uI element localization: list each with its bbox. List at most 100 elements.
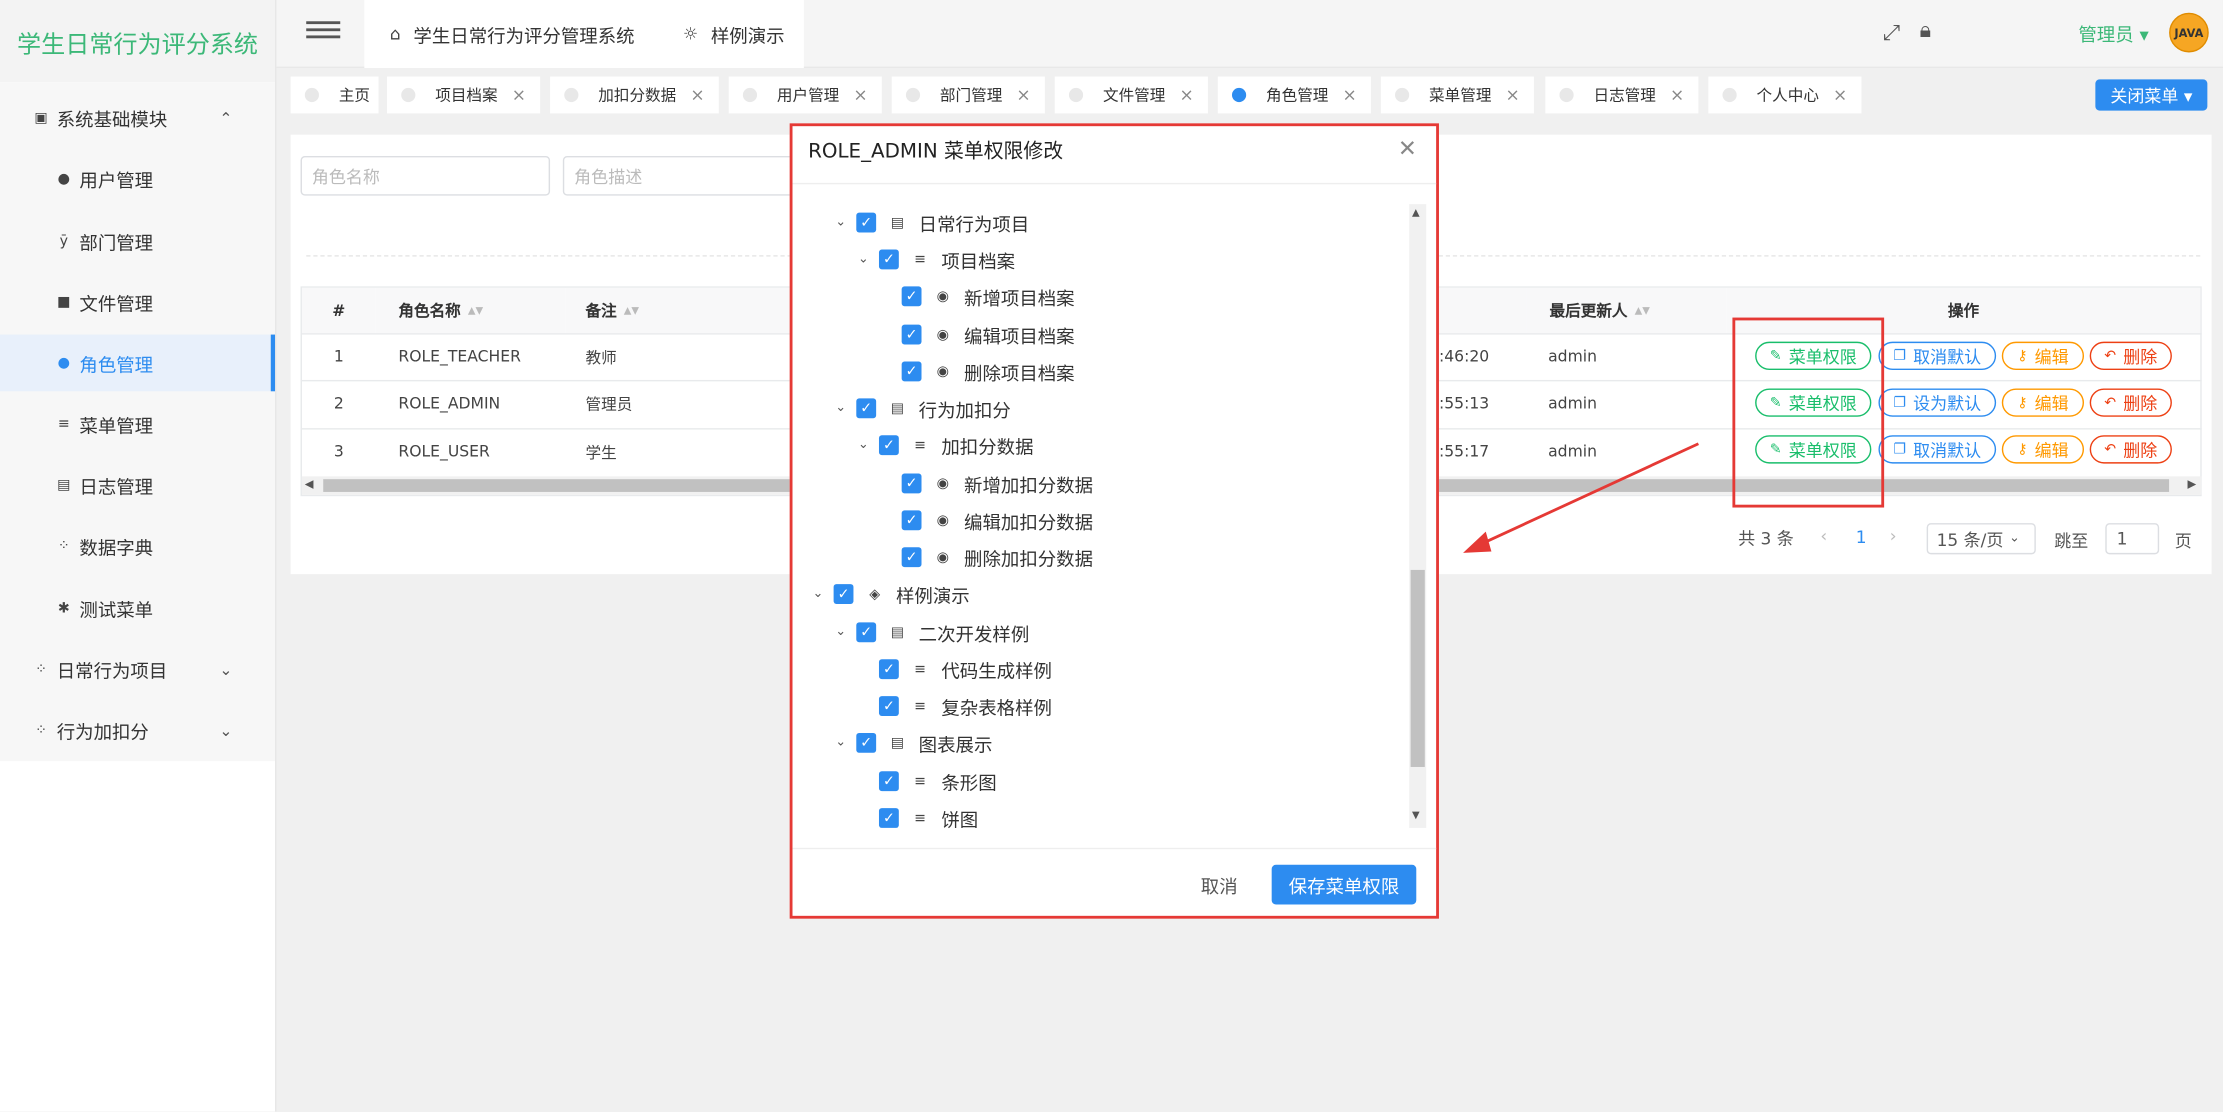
- checkbox-checked[interactable]: ✓: [901, 547, 922, 568]
- chevron-down-icon[interactable]: ⌄: [831, 215, 851, 229]
- next-page-icon[interactable]: ›: [1890, 526, 1897, 546]
- user-menu[interactable]: 管理员 ▾: [2078, 20, 2148, 47]
- tab-user-management[interactable]: 用户管理 ×: [728, 76, 882, 114]
- sidebar-item-menus[interactable]: ≡ 菜单管理: [0, 396, 275, 453]
- tree-node[interactable]: ✓ ≡ 复杂表格样例: [873, 692, 1052, 720]
- fullscreen-icon[interactable]: ⤢: [1883, 20, 1900, 46]
- tree-node[interactable]: ✓ ◉ 新增加扣分数据: [896, 469, 1093, 497]
- role-desc-input[interactable]: 角色描述: [562, 155, 804, 196]
- tree-node[interactable]: ✓ ◉ 删除项目档案: [896, 357, 1075, 385]
- tree-node[interactable]: ✓ ≡ 饼图: [873, 804, 978, 832]
- tab-role-management[interactable]: 角色管理 ×: [1217, 76, 1371, 114]
- delete-button[interactable]: ↶ 删除: [2089, 435, 2172, 464]
- tab-project-archive[interactable]: 项目档案 ×: [387, 76, 541, 114]
- checkbox-checked[interactable]: ✓: [878, 435, 899, 456]
- checkbox-checked[interactable]: ✓: [878, 696, 899, 716]
- tree-node[interactable]: ✓ ≡ 条形图: [873, 767, 997, 795]
- chevron-down-icon[interactable]: ⌄: [853, 438, 873, 452]
- delete-button[interactable]: ↶ 删除: [2089, 388, 2172, 417]
- jump-page-input[interactable]: 1: [2105, 523, 2160, 555]
- tab-personal-center[interactable]: 个人中心 ×: [1708, 76, 1862, 114]
- checkbox-checked[interactable]: ✓: [901, 324, 922, 345]
- tree-node[interactable]: ⌄ ✓ ≡ 加扣分数据: [853, 431, 1034, 459]
- tree-node[interactable]: ✓ ◉ 编辑项目档案: [896, 320, 1075, 348]
- avatar[interactable]: JAVA: [2169, 12, 2209, 53]
- checkbox-checked[interactable]: ✓: [856, 212, 877, 233]
- scroll-right-icon[interactable]: ▶: [2188, 478, 2197, 491]
- tab-log-management[interactable]: 日志管理 ×: [1545, 76, 1699, 114]
- close-icon[interactable]: ×: [1506, 85, 1520, 105]
- sidebar-item-behavior-points[interactable]: ⁘ 行为加扣分 ⌄: [0, 702, 275, 759]
- lock-icon[interactable]: 🔒︎: [1920, 17, 1931, 43]
- close-icon[interactable]: ×: [1016, 85, 1030, 105]
- column-header-updated-by[interactable]: 最后更新人 ▲▼: [1526, 287, 1727, 334]
- scroll-left-icon[interactable]: ◀: [305, 478, 314, 491]
- chevron-down-icon[interactable]: ⌄: [831, 401, 851, 415]
- header-link-system[interactable]: ⌂ 学生日常行为评分管理系统: [390, 21, 635, 47]
- close-icon[interactable]: ×: [690, 85, 704, 105]
- edit-button[interactable]: ⚷ 编辑: [2001, 435, 2085, 464]
- sidebar-item-roles[interactable]: ● 角色管理: [0, 334, 276, 392]
- checkbox-checked[interactable]: ✓: [833, 584, 854, 604]
- sort-icon[interactable]: ▲▼: [468, 305, 483, 316]
- close-icon[interactable]: ×: [1833, 85, 1847, 105]
- sidebar-item-departments[interactable]: ȳ 部门管理: [0, 213, 275, 270]
- hamburger-menu-icon[interactable]: [306, 17, 341, 45]
- app-title[interactable]: 学生日常行为评分系统: [0, 0, 276, 83]
- sidebar-item-system-base[interactable]: ▣ 系统基础模块 ⌃: [0, 89, 275, 146]
- tab-department-management[interactable]: 部门管理 ×: [891, 76, 1045, 114]
- checkbox-checked[interactable]: ✓: [856, 398, 877, 419]
- sidebar-item-test-menu[interactable]: ✱ 测试菜单: [0, 580, 275, 637]
- page-number[interactable]: 1: [1856, 527, 1867, 547]
- tab-file-management[interactable]: 文件管理 ×: [1054, 76, 1208, 114]
- checkbox-checked[interactable]: ✓: [878, 659, 899, 680]
- sidebar-item-daily-behavior[interactable]: ⁘ 日常行为项目 ⌄: [0, 641, 275, 698]
- scroll-up-icon[interactable]: ▲: [1412, 207, 1420, 218]
- sort-icon[interactable]: ▲▼: [1635, 305, 1650, 316]
- default-toggle-button[interactable]: ❐ 取消默认: [1878, 341, 1997, 371]
- chevron-down-icon[interactable]: ⌄: [831, 736, 851, 750]
- checkbox-checked[interactable]: ✓: [856, 732, 877, 753]
- checkbox-checked[interactable]: ✓: [878, 771, 899, 792]
- tree-node[interactable]: ⌄ ✓ ◈ 样例演示: [808, 580, 970, 608]
- tab-points-data[interactable]: 加扣分数据 ×: [550, 76, 719, 114]
- tree-node[interactable]: ⌄ ✓ ▤ 日常行为项目: [831, 208, 1029, 236]
- checkbox-checked[interactable]: ✓: [878, 808, 899, 828]
- close-icon[interactable]: ×: [1670, 85, 1684, 105]
- close-icon[interactable]: ×: [512, 85, 526, 105]
- default-toggle-button[interactable]: ❐ 取消默认: [1878, 435, 1997, 464]
- chevron-down-icon[interactable]: ⌄: [831, 625, 851, 639]
- edit-button[interactable]: ⚷ 编辑: [2001, 341, 2085, 371]
- tab-home[interactable]: 主页: [290, 76, 379, 114]
- column-header-role-name[interactable]: 角色名称 ▲▼: [375, 287, 566, 334]
- scrollbar-thumb[interactable]: [1410, 569, 1425, 767]
- column-header-remark[interactable]: 备注 ▲▼: [565, 287, 793, 334]
- tree-node[interactable]: ✓ ◉ 删除加扣分数据: [896, 543, 1093, 571]
- close-icon[interactable]: ×: [853, 85, 867, 105]
- sort-icon[interactable]: ▲▼: [624, 305, 639, 316]
- role-name-input[interactable]: 角色名称: [300, 155, 551, 196]
- tree-node[interactable]: ⌄ ✓ ▤ 二次开发样例: [831, 618, 1029, 646]
- close-icon[interactable]: ✕: [1398, 135, 1417, 162]
- tree-node[interactable]: ✓ ◉ 新增项目档案: [896, 282, 1075, 310]
- tree-node[interactable]: ⌄ ✓ ▤ 图表展示: [831, 729, 992, 757]
- tree-node[interactable]: ✓ ≡ 代码生成样例: [873, 655, 1052, 683]
- edit-button[interactable]: ⚷ 编辑: [2001, 388, 2085, 417]
- tree-node[interactable]: ✓ ◉ 编辑加扣分数据: [896, 506, 1093, 534]
- delete-button[interactable]: ↶ 删除: [2089, 341, 2172, 371]
- close-icon[interactable]: ×: [1179, 85, 1193, 105]
- close-menu-button[interactable]: 关闭菜单 ▾: [2095, 79, 2208, 111]
- close-icon[interactable]: ×: [1342, 85, 1356, 105]
- tree-node[interactable]: ⌄ ✓ ▤ 行为加扣分: [831, 394, 1011, 422]
- sidebar-item-logs[interactable]: ▤ 日志管理: [0, 456, 275, 513]
- tab-menu-management[interactable]: 菜单管理 ×: [1380, 76, 1534, 114]
- cancel-button[interactable]: 取消: [1191, 868, 1248, 902]
- chevron-down-icon[interactable]: ⌄: [808, 587, 828, 601]
- default-toggle-button[interactable]: ❐ 设为默认: [1878, 388, 1997, 417]
- save-menu-permission-button[interactable]: 保存菜单权限: [1271, 864, 1417, 905]
- checkbox-checked[interactable]: ✓: [901, 361, 922, 382]
- chevron-down-icon[interactable]: ⌄: [853, 252, 873, 266]
- sidebar-item-files[interactable]: ■ 文件管理: [0, 274, 275, 331]
- scroll-down-icon[interactable]: ▼: [1412, 810, 1420, 821]
- checkbox-checked[interactable]: ✓: [878, 249, 899, 270]
